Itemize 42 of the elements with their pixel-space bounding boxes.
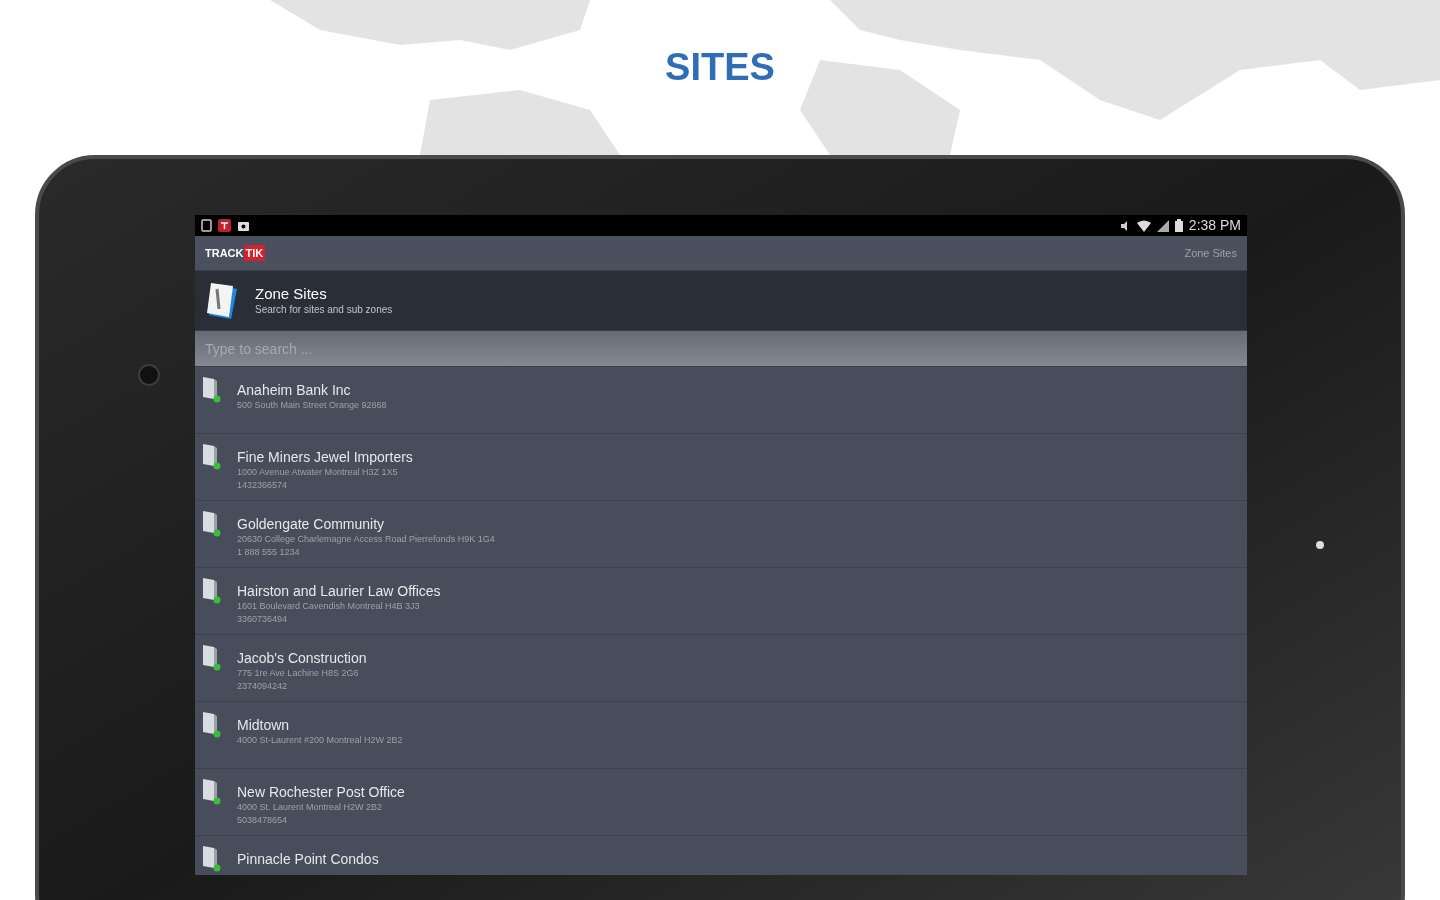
site-name: New Rochester Post Office <box>237 783 405 801</box>
site-address: 1000 Avenue Atwater Montreal H3Z 1X5 <box>237 466 399 479</box>
site-address: 775 1re Ave Lachine H8S 2G6 <box>237 667 360 680</box>
header-title: Zone Sites <box>255 284 328 303</box>
site-icon <box>201 509 221 537</box>
site-icon <box>201 375 221 403</box>
site-icon <box>201 442 221 470</box>
battery-icon <box>1174 219 1183 232</box>
site-name: Jacob's Construction <box>237 649 367 667</box>
wifi-icon <box>1136 219 1151 232</box>
signal-icon <box>1156 219 1169 232</box>
site-name: Anaheim Bank Inc <box>237 381 352 399</box>
site-icon <box>201 777 221 805</box>
site-name: Midtown <box>237 716 291 734</box>
site-name: Pinnacle Point Condos <box>237 850 379 868</box>
logo-text: TRACK <box>205 245 244 261</box>
page-title: SITES <box>665 45 775 89</box>
tablet-icon <box>201 219 212 232</box>
site-phone: 2374094242 <box>237 680 289 693</box>
site-address: 4000 St. Laurent Montreal H2W 2B2 <box>237 801 384 814</box>
site-icon <box>201 710 221 738</box>
site-name: Fine Miners Jewel Importers <box>237 448 413 466</box>
site-icon <box>201 576 221 604</box>
action-bar-title: Zone Sites <box>1184 245 1237 261</box>
site-icon <box>201 643 221 671</box>
site-icon <box>201 844 221 872</box>
site-address: 500 South Main Street Orange 92868 <box>237 399 387 412</box>
site-phone: 3360736494 <box>237 613 289 626</box>
site-name: Hairston and Laurier Law Offices <box>237 582 441 600</box>
site-name: Goldengate Community <box>237 515 386 533</box>
app-icon <box>218 219 231 232</box>
site-phone: 5038478654 <box>237 814 289 827</box>
camera-icon <box>237 219 250 232</box>
site-address: 20630 College Charlemagne Access Road Pierrefonds H9K 1G4 <box>237 533 495 546</box>
site-phone: 1432366574 <box>237 479 289 492</box>
header-subtitle: Search for sites and sub zones <box>255 302 393 317</box>
site-address: 4000 St-Laurent #200 Montreal H2W 2B2 <box>237 734 403 747</box>
site-phone: 1 888 555 1234 <box>237 546 301 559</box>
logo-badge: TIK <box>243 244 266 262</box>
status-time: 2:38 PM <box>1188 216 1241 235</box>
site-address: 1601 Boulevard Cavendish Montreal H4B 3J3 <box>237 600 421 613</box>
sensor-icon <box>1316 541 1324 549</box>
